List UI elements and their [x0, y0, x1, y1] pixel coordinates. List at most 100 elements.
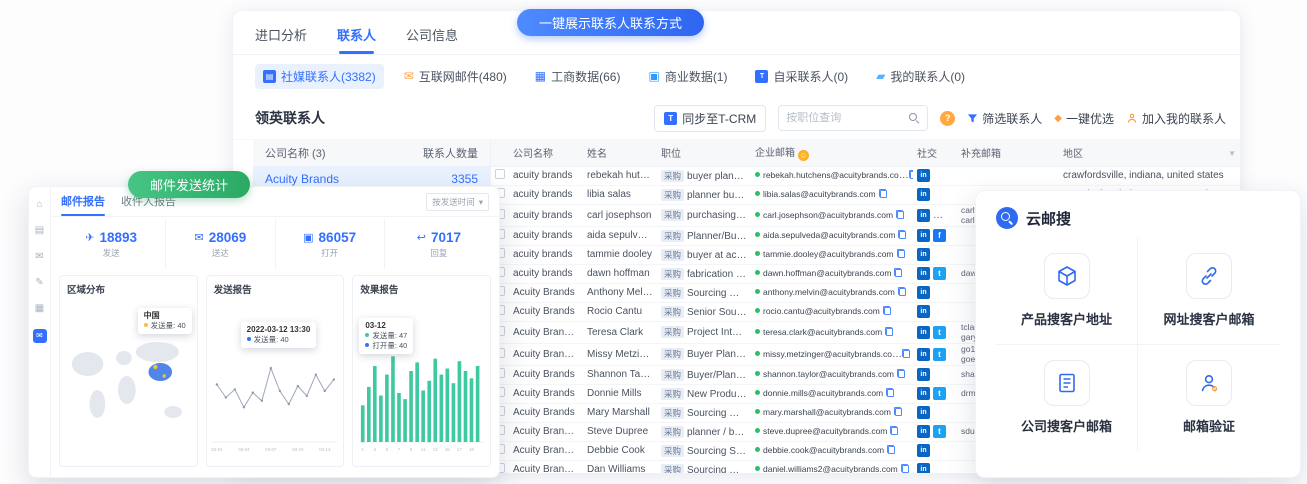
linkedin-icon[interactable]: in: [917, 188, 930, 201]
chip-internet-email[interactable]: ✉互联网邮件(480): [396, 64, 515, 89]
row-checkbox[interactable]: [495, 169, 505, 179]
copy-icon[interactable]: [898, 287, 906, 296]
twitter-icon[interactable]: t: [933, 267, 946, 280]
mail-icon[interactable]: ✉: [35, 251, 43, 263]
position-tag: 采购: [661, 445, 684, 457]
sync-tcrm-button[interactable]: T同步至T-CRM: [654, 105, 766, 132]
svg-text:03-13: 03-13: [319, 447, 331, 452]
twitter-icon[interactable]: t: [933, 326, 946, 339]
copy-icon[interactable]: [886, 388, 894, 397]
position-tag: 采购: [661, 287, 684, 299]
copy-icon[interactable]: [902, 349, 910, 358]
twitter-icon[interactable]: t: [933, 387, 946, 400]
twitter-icon[interactable]: t: [949, 209, 957, 222]
svg-text:5: 5: [386, 447, 389, 452]
linkedin-icon[interactable]: in: [917, 368, 930, 381]
email-cell: teresa.clark@acuitybrands.com: [751, 321, 913, 343]
linkedin-icon[interactable]: in: [917, 425, 930, 438]
copy-icon[interactable]: [894, 268, 902, 277]
column-filter-icon[interactable]: ▼: [1228, 149, 1236, 158]
tab-import-analysis[interactable]: 进口分析: [255, 25, 307, 54]
company-cell: Acuity Brands: [509, 384, 583, 403]
position-search-input[interactable]: [786, 112, 908, 124]
tab-company-info[interactable]: 公司信息: [406, 25, 458, 54]
cloud-search-grid: 产品搜客户地址 网址搜客户邮箱 公司搜客户邮箱 邮箱验证: [996, 237, 1280, 451]
quick-pick-button[interactable]: ◆一键优选: [1054, 110, 1114, 127]
add-to-my-contacts-button[interactable]: 加入我的联系人: [1126, 110, 1226, 127]
copy-icon[interactable]: [897, 369, 905, 378]
grid-icon[interactable]: ▦: [35, 303, 44, 315]
linkedin-icon[interactable]: in: [917, 286, 930, 299]
copy-icon[interactable]: [890, 426, 898, 435]
facebook-icon[interactable]: f: [933, 229, 946, 242]
chip-social-contacts[interactable]: ▤社媒联系人(3382): [255, 64, 384, 89]
filter-contacts-button[interactable]: 筛选联系人: [967, 110, 1042, 127]
linkedin-icon[interactable]: in: [917, 229, 930, 242]
mail-active-icon[interactable]: ✉: [33, 329, 47, 343]
copy-icon[interactable]: [887, 445, 895, 454]
svg-text:03-10: 03-10: [292, 447, 304, 452]
linkedin-icon[interactable]: in: [917, 406, 930, 419]
report-icon[interactable]: ▤: [35, 225, 44, 237]
linkedin-icon[interactable]: in: [917, 267, 930, 280]
twitter-icon[interactable]: t: [933, 348, 946, 361]
tile-email-verify[interactable]: 邮箱验证: [1138, 345, 1280, 452]
copy-icon[interactable]: [909, 170, 913, 179]
linkedin-icon[interactable]: in: [917, 463, 930, 473]
valid-dot-icon: [755, 390, 760, 395]
chip-business-registry[interactable]: ▦工商数据(66): [527, 64, 629, 89]
contact-row[interactable]: acuity brandsrebekah hutchens采购buyer pla…: [491, 166, 1240, 185]
valid-dot-icon: [755, 289, 760, 294]
copy-icon[interactable]: [885, 327, 893, 336]
copy-icon[interactable]: [894, 407, 902, 416]
linkedin-icon[interactable]: in: [917, 387, 930, 400]
svg-text:19: 19: [469, 447, 474, 452]
svg-text:11: 11: [421, 447, 426, 452]
tile-company-search[interactable]: 公司搜客户邮箱: [996, 345, 1138, 452]
funnel-icon: [967, 113, 978, 124]
valid-dot-icon: [755, 351, 760, 356]
linkedin-icon[interactable]: in: [917, 248, 930, 261]
linkedin-icon[interactable]: in: [917, 305, 930, 318]
linkedin-icon[interactable]: in: [917, 326, 930, 339]
position-tag: 采购: [661, 209, 684, 221]
search-icon[interactable]: [908, 112, 920, 124]
copy-icon[interactable]: [898, 230, 906, 239]
legend-dot: [144, 323, 148, 327]
linkedin-icon[interactable]: in: [917, 444, 930, 457]
chip-label: 互联网邮件(480): [419, 68, 507, 85]
chip-commercial-data[interactable]: ▣商业数据(1): [640, 64, 735, 89]
home-icon[interactable]: ⌂: [36, 199, 42, 211]
edit-icon[interactable]: ✎: [35, 277, 43, 289]
copy-icon[interactable]: [896, 210, 904, 219]
email-cell: debbie.cook@acuitybrands.com: [751, 441, 913, 460]
tile-url-search[interactable]: 网址搜客户邮箱: [1138, 237, 1280, 345]
linkedin-icon[interactable]: in: [917, 169, 930, 182]
tab-mail-report[interactable]: 邮件报告: [61, 193, 105, 216]
copy-icon[interactable]: [883, 306, 891, 315]
line-tooltip: 2022-03-12 13:30 发送量: 40: [241, 322, 317, 348]
name-cell: Anthony Melvin: [583, 283, 657, 302]
copy-icon[interactable]: [879, 189, 887, 198]
tile-product-search[interactable]: 产品搜客户地址: [996, 237, 1138, 345]
email-hint-icon[interactable]: ☺: [798, 150, 809, 161]
chip-my-contacts[interactable]: ▰我的联系人(0): [868, 64, 973, 89]
tab-contacts[interactable]: 联系人: [337, 25, 376, 54]
email-cell: libia.salas@acuitybrands.com: [751, 185, 913, 204]
linkedin-icon[interactable]: in: [917, 209, 930, 222]
linkedin-icon[interactable]: in: [917, 348, 930, 361]
twitter-icon[interactable]: t: [933, 425, 946, 438]
stat-value: 86057: [319, 230, 357, 245]
company-cell: Acuity Brands: [509, 403, 583, 422]
email-cell: aida.sepulveda@acuitybrands.com: [751, 226, 913, 245]
stat-label: 送达: [212, 247, 229, 259]
envelope-icon: ✉: [194, 231, 203, 244]
company-cell: Acuity Brands Lighting: [509, 422, 583, 441]
chip-self-collected[interactable]: T自采联系人(0): [747, 64, 856, 89]
copy-icon[interactable]: [901, 464, 909, 473]
time-filter-select[interactable]: 按发送时间▾: [426, 193, 489, 211]
svg-text:03-04: 03-04: [238, 447, 250, 452]
copy-icon[interactable]: [897, 249, 905, 258]
chip-label: 社媒联系人(3382): [281, 68, 376, 85]
help-icon[interactable]: ?: [940, 111, 955, 126]
